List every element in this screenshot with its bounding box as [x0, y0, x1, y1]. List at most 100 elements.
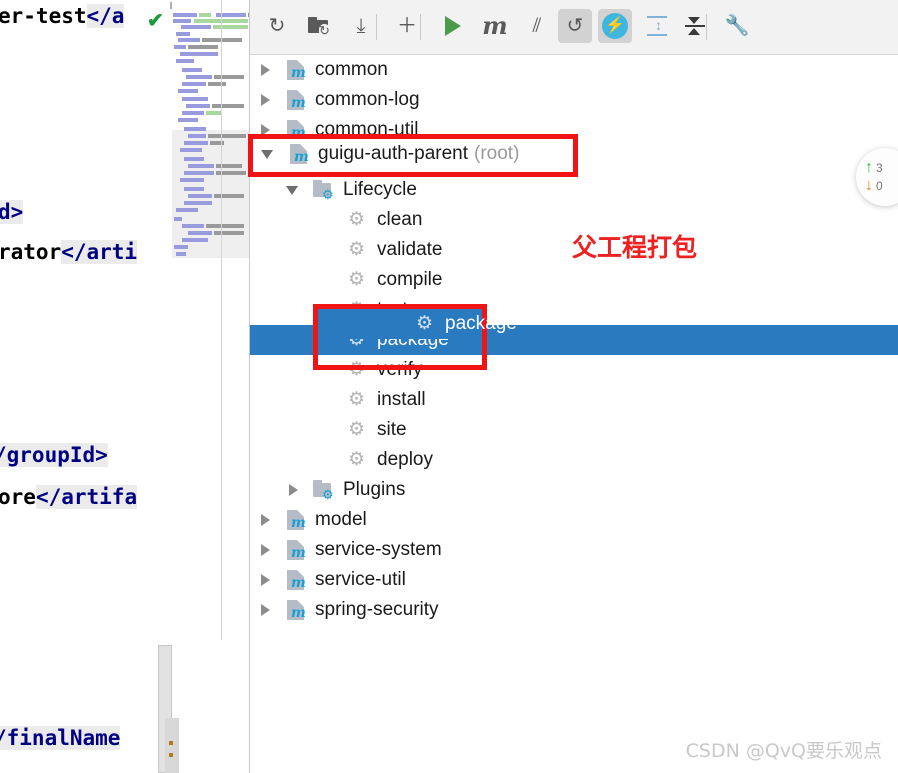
maven-goal-gear-icon: ⚙ [348, 359, 366, 380]
maven-module-icon: m [284, 538, 308, 562]
inspection-warnings-row[interactable]: ↑ 3 [865, 160, 883, 176]
tree-node-service-util[interactable]: m service-util [250, 565, 898, 595]
minimap-line [214, 194, 244, 198]
chevron-right-icon[interactable] [258, 63, 272, 77]
tree-node-guigu-auth-parent-overlay[interactable]: m guigu-auth-parent (root) [253, 139, 573, 169]
minimap-line [206, 224, 244, 228]
code-editor-pane[interactable]: er-test</a d> rator</arti/groupId> ore</art… [0, 0, 250, 773]
maven-goal-gear-icon: ⚙ [348, 419, 366, 440]
lifecycle-folder-icon: ⚙ [312, 478, 336, 502]
chevron-right-icon[interactable] [258, 543, 272, 557]
chevron-right-icon[interactable] [258, 123, 272, 137]
chevron-down-icon[interactable] [286, 183, 300, 197]
minimap-line [184, 157, 204, 161]
minimap-line [199, 13, 211, 17]
tree-node-service-system[interactable]: m service-system [250, 535, 898, 565]
code-line: ore</artifa [0, 485, 138, 509]
inspection-up-count: 3 [876, 161, 883, 175]
tree-node-label: common [315, 59, 388, 80]
tree-node-spring-security[interactable]: m spring-security [250, 595, 898, 625]
chevron-right-icon[interactable] [258, 93, 272, 107]
tree-node-common[interactable]: m common [250, 55, 898, 85]
tree-node-label: Lifecycle [343, 179, 417, 200]
maven-goal-gear-icon: ⚙ [348, 449, 366, 470]
minimap-line [178, 38, 200, 42]
add-maven-project-icon[interactable]: ＋ [390, 9, 424, 43]
collapse-all-icon[interactable] [678, 9, 712, 43]
chevron-right-icon[interactable] [258, 603, 272, 617]
maven-module-icon: m [284, 598, 308, 622]
code-line: /groupId> [0, 443, 108, 467]
chevron-down-icon[interactable] [261, 147, 275, 161]
tree-node-package-overlay[interactable]: ⚙ package [318, 309, 517, 339]
reimport-icon[interactable]: ↻ [260, 9, 294, 43]
tree-node-label: service-util [315, 569, 406, 590]
maven-module-icon: m [287, 142, 311, 166]
minimap-line [188, 134, 206, 138]
minimap-line [176, 59, 194, 63]
gutter-marker [169, 753, 173, 757]
tree-node-install[interactable]: ⚙ install [250, 385, 898, 415]
tree-node-deploy[interactable]: ⚙ deploy [250, 445, 898, 475]
run-icon[interactable] [436, 9, 470, 43]
maven-goal-gear-icon: ⚙ [416, 313, 434, 334]
minimap-line [184, 141, 208, 145]
maven-toolbar: ↻ ↻ ⤓ ＋ m ⫽ ↺ ⚡ ↕ 🔧 [250, 0, 898, 55]
minimap-line [188, 231, 212, 235]
tree-node-compile[interactable]: ⚙ compile [250, 265, 898, 295]
minimap-line [212, 104, 244, 108]
tree-node-sublabel: (root) [474, 143, 520, 164]
tree-node-label: package [445, 313, 517, 334]
minimap-line [182, 111, 204, 115]
maven-module-icon: m [284, 508, 308, 532]
inspection-errors-row[interactable]: ↓ 0 [865, 178, 883, 194]
tree-node-model[interactable]: m model [250, 505, 898, 535]
tree-indent-spacer [320, 273, 334, 287]
minimap-line [208, 134, 246, 138]
inspection-down-count: 0 [876, 179, 883, 193]
csdn-watermark: CSDN @QvQ要乐观点 [685, 740, 882, 762]
tree-node-common-log[interactable]: m common-log [250, 85, 898, 115]
minimap-line [182, 224, 204, 228]
tree-node-label: verify [377, 359, 423, 380]
minimap-line [176, 252, 186, 256]
chevron-right-icon[interactable] [258, 573, 272, 587]
code-line: /finalName [0, 726, 121, 750]
tree-node-label: clean [377, 209, 423, 230]
minimap-line [174, 45, 186, 49]
chevron-right-icon[interactable] [286, 483, 300, 497]
annotation-note: 父工程打包 [572, 233, 698, 262]
code-minimap[interactable] [172, 0, 250, 290]
code-line: er-test</a [0, 4, 125, 28]
maven-settings-icon[interactable]: 🔧 [720, 9, 754, 43]
toggle-offline-icon[interactable]: ↺ [558, 9, 592, 43]
expand-all-icon[interactable]: ↕ [640, 9, 674, 43]
tree-node-label: validate [377, 239, 443, 260]
minimap-line [216, 164, 242, 168]
gutter-marker [169, 741, 173, 745]
minimap-line [186, 104, 210, 108]
tree-node-lifecycle[interactable]: ⚙ Lifecycle [250, 175, 898, 205]
tree-node-plugins[interactable]: ⚙ Plugins [250, 475, 898, 505]
tree-node-site[interactable]: ⚙ site [250, 415, 898, 445]
generate-sources-icon[interactable]: ↻ [302, 9, 336, 43]
minimap-line [176, 32, 190, 36]
tree-indent-spacer [320, 453, 334, 467]
toggle-skip-tests-icon[interactable]: ⫽ [520, 9, 554, 43]
tree-node-verify[interactable]: ⚙ verify [250, 355, 898, 385]
minimap-line [173, 13, 197, 17]
code-line: rator</arti [0, 240, 138, 264]
tree-indent-spacer [320, 423, 334, 437]
tree-node-label: install [377, 389, 426, 410]
tree-node-label: service-system [315, 539, 442, 560]
execute-maven-goal-icon[interactable]: m [478, 9, 512, 43]
arrow-down-icon: ↓ [865, 177, 873, 194]
chevron-right-icon[interactable] [258, 513, 272, 527]
minimap-line [182, 68, 202, 72]
download-sources-icon[interactable]: ⤓ [344, 9, 378, 43]
show-dependencies-icon[interactable]: ⚡ [598, 9, 632, 43]
minimap-line [184, 187, 204, 191]
tree-node-label: deploy [377, 449, 433, 470]
minimap-line [188, 45, 218, 49]
minimap-line [184, 171, 214, 175]
